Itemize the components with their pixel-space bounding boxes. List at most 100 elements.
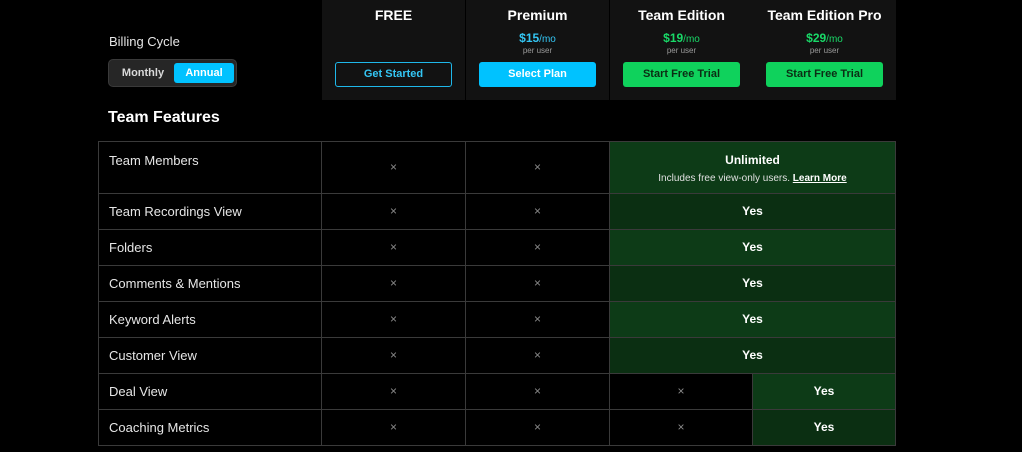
premium-cell: × bbox=[466, 302, 610, 337]
section-title: Team Features bbox=[108, 109, 220, 126]
team-plans-cell: Yes bbox=[610, 338, 896, 373]
feature-cell: Keyword Alerts bbox=[98, 302, 322, 337]
team-plans-cell: Yes bbox=[610, 194, 896, 229]
start-free-trial-button[interactable]: Start Free Trial bbox=[623, 62, 740, 87]
team-edition-cell: × bbox=[610, 374, 753, 409]
unlimited-note-text: Includes free view-only users. bbox=[658, 173, 791, 184]
learn-more-link[interactable]: Learn More bbox=[793, 173, 847, 184]
plan-free: FREE Get Started bbox=[322, 0, 465, 100]
feature-name: Team Members bbox=[109, 153, 199, 168]
free-cell: × bbox=[322, 338, 466, 373]
table-row: Folders × × Yes bbox=[98, 230, 896, 266]
free-cell: × bbox=[322, 266, 466, 301]
feature-cell: Customer View bbox=[98, 338, 322, 373]
plan-premium: Premium $15/mo per user Select Plan bbox=[466, 0, 609, 100]
billing-annual-option[interactable]: Annual bbox=[174, 63, 234, 83]
not-included-icon: × bbox=[389, 204, 397, 218]
free-cell: × bbox=[322, 302, 466, 337]
plan-price: $15/mo bbox=[466, 31, 609, 45]
table-row: Customer View × × Yes bbox=[98, 338, 896, 374]
pricing-table: Billing Cycle Monthly Annual FREE Get St… bbox=[98, 0, 896, 452]
not-included-icon: × bbox=[533, 204, 541, 218]
included-label: Yes bbox=[742, 312, 763, 326]
included-label: Yes bbox=[742, 204, 763, 218]
table-row: Comments & Mentions × × Yes bbox=[98, 266, 896, 302]
not-included-icon: × bbox=[389, 312, 397, 326]
plan-team-edition: Team Edition $19/mo per user Start Free … bbox=[610, 0, 753, 100]
team-edition-cell: × bbox=[610, 410, 753, 445]
features-table: Team Members × × Unlimited Includes free… bbox=[98, 141, 896, 446]
not-included-icon: × bbox=[533, 312, 541, 326]
per-user-note: per user bbox=[809, 46, 840, 55]
plan-name: Team Edition bbox=[638, 7, 725, 23]
table-row: Keyword Alerts × × Yes bbox=[98, 302, 896, 338]
plan-team-edition-pro: Team Edition Pro $29/mo per user Start F… bbox=[753, 0, 896, 100]
pricing-header: Billing Cycle Monthly Annual FREE Get St… bbox=[98, 0, 896, 100]
feature-cell: Comments & Mentions bbox=[98, 266, 322, 301]
feature-cell: Deal View bbox=[98, 374, 322, 409]
per-user-note: per user bbox=[522, 46, 553, 55]
not-included-icon: × bbox=[389, 384, 397, 398]
billing-cycle-label: Billing Cycle bbox=[109, 34, 180, 49]
team-plans-cell: Yes bbox=[610, 230, 896, 265]
plan-price: $29/mo bbox=[753, 31, 896, 45]
team-edition-pro-cell: Yes bbox=[753, 410, 896, 445]
free-cell: × bbox=[322, 230, 466, 265]
feature-name: Customer View bbox=[109, 348, 197, 363]
price-period: /mo bbox=[826, 34, 843, 45]
feature-name: Comments & Mentions bbox=[109, 276, 241, 291]
price-amount: $19 bbox=[663, 31, 684, 45]
not-included-icon: × bbox=[533, 384, 541, 398]
table-row: Coaching Metrics × × × Yes bbox=[98, 410, 896, 446]
table-row: Deal View × × × Yes bbox=[98, 374, 896, 410]
billing-monthly-option[interactable]: Monthly bbox=[112, 63, 174, 83]
price-amount: $29 bbox=[806, 31, 827, 45]
premium-cell: × bbox=[466, 142, 610, 193]
per-user-note: per user bbox=[666, 46, 697, 55]
table-row: Team Members × × Unlimited Includes free… bbox=[98, 142, 896, 194]
feature-name: Deal View bbox=[109, 384, 168, 399]
premium-cell: × bbox=[466, 194, 610, 229]
feature-name: Folders bbox=[109, 240, 153, 255]
not-included-icon: × bbox=[389, 160, 397, 174]
included-label: Yes bbox=[742, 240, 763, 254]
feature-name: Team Recordings View bbox=[109, 204, 242, 219]
start-free-trial-button[interactable]: Start Free Trial bbox=[766, 62, 883, 87]
free-cell: × bbox=[322, 194, 466, 229]
feature-cell: Team Recordings View bbox=[98, 194, 322, 229]
included-label: Yes bbox=[742, 276, 763, 290]
select-plan-button[interactable]: Select Plan bbox=[479, 62, 596, 87]
not-included-icon: × bbox=[389, 348, 397, 362]
included-label: Yes bbox=[742, 348, 763, 362]
premium-cell: × bbox=[466, 230, 610, 265]
billing-cycle-toggle[interactable]: Monthly Annual bbox=[108, 59, 237, 87]
feature-name: Coaching Metrics bbox=[109, 420, 210, 435]
unlimited-note: Includes free view-only users. Learn Mor… bbox=[610, 173, 895, 184]
premium-cell: × bbox=[466, 410, 610, 445]
plan-name: FREE bbox=[374, 7, 413, 23]
plan-name: Premium bbox=[507, 7, 568, 23]
plan-price: $19/mo bbox=[610, 31, 753, 45]
get-started-button[interactable]: Get Started bbox=[335, 62, 452, 87]
not-included-icon: × bbox=[533, 240, 541, 254]
not-included-icon: × bbox=[677, 384, 685, 398]
not-included-icon: × bbox=[389, 420, 397, 434]
plan-name: Team Edition Pro bbox=[767, 7, 882, 23]
free-cell: × bbox=[322, 410, 466, 445]
free-cell: × bbox=[322, 374, 466, 409]
free-cell: × bbox=[322, 142, 466, 193]
billing-cycle-panel: Billing Cycle Monthly Annual bbox=[98, 0, 322, 100]
feature-cell: Coaching Metrics bbox=[98, 410, 322, 445]
unlimited-label: Unlimited bbox=[725, 153, 780, 167]
team-edition-pro-cell: Yes bbox=[753, 374, 896, 409]
feature-name: Keyword Alerts bbox=[109, 312, 196, 327]
premium-cell: × bbox=[466, 266, 610, 301]
price-amount: $15 bbox=[519, 31, 540, 45]
not-included-icon: × bbox=[677, 420, 685, 434]
team-plans-cell: Unlimited Includes free view-only users.… bbox=[610, 142, 896, 193]
team-plans-cell: Yes bbox=[610, 266, 896, 301]
included-label: Yes bbox=[813, 420, 835, 434]
not-included-icon: × bbox=[533, 276, 541, 290]
table-row: Team Recordings View × × Yes bbox=[98, 194, 896, 230]
not-included-icon: × bbox=[533, 348, 541, 362]
